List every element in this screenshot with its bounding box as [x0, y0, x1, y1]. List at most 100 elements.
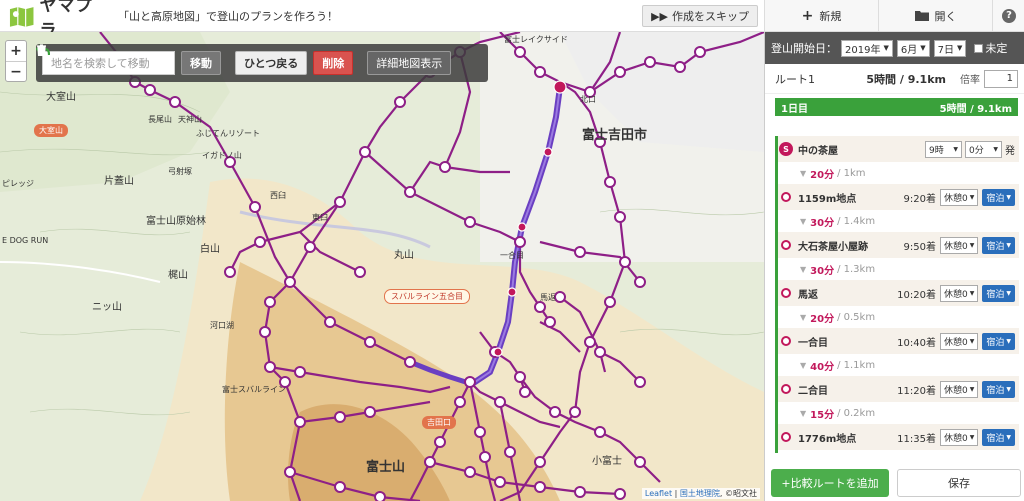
help-button[interactable]: ? [993, 0, 1024, 31]
label-katazumiyama: 片蓋山 [104, 176, 134, 187]
label-kitaguchi: 北口 [580, 95, 596, 104]
waypoint-marker-icon [781, 336, 791, 346]
waypoint-row[interactable]: 馬返 10:20着 休憩0 ▼ 宿泊 ▼ [778, 280, 1019, 306]
header: ヤマプラ 「山と高原地図」で登山のプランを作ろう！ ▶▶ 作成をスキップ [0, 0, 764, 41]
new-button[interactable]: + 新規 [765, 0, 879, 31]
caret-down-icon: ▼ [1006, 241, 1011, 249]
caret-down-icon: ▼ [969, 433, 975, 441]
waypoint-marker-icon [781, 288, 791, 298]
skip-button[interactable]: ▶▶ 作成をスキップ [642, 5, 758, 27]
spot-name: 馬返 [798, 289, 818, 301]
rest-select[interactable]: 休憩0 ▼ [940, 428, 979, 446]
trash-icon [37, 44, 46, 56]
segment-row: ▼ 30分 / 1.4km [778, 210, 1019, 232]
label-nagaoyama: 長尾山 [148, 115, 172, 124]
rest-select[interactable]: 休憩0 ▼ [940, 284, 979, 302]
label-igadonoyama: イガドノ山 [202, 151, 242, 160]
minute-select[interactable]: 0分 ▼ [965, 140, 1002, 158]
gsi-link[interactable]: 国土地理院 [680, 489, 720, 498]
segment-time: 15分 [810, 409, 835, 421]
move-button[interactable]: 移動 [181, 51, 221, 75]
add-compare-route-button[interactable]: +比較ルートを追加 [771, 469, 889, 497]
label-higashiusu: 東臼 [312, 213, 328, 222]
segment-row: ▼ 20分 / 0.5km [778, 306, 1019, 328]
detail-map-button[interactable]: 詳細地図表示 [367, 51, 452, 75]
caret-down-icon: ▼ [1006, 193, 1011, 201]
caret-down-icon: ▼ [1006, 385, 1011, 393]
route-name: ルート1 [775, 72, 815, 86]
stay-label: 宿泊 [986, 241, 1005, 252]
waypoint-row[interactable]: 1159m地点 9:20着 休憩0 ▼ 宿泊 ▼ [778, 184, 1019, 210]
stay-button[interactable]: 宿泊 ▼ [982, 284, 1015, 302]
stay-button[interactable]: 宿泊 ▼ [982, 428, 1015, 446]
rest-value: 休憩0 [944, 193, 968, 204]
stay-label: 宿泊 [986, 337, 1005, 348]
day-select[interactable]: 7日 ▼ [933, 39, 967, 57]
stay-button[interactable]: 宿泊 ▼ [982, 332, 1015, 350]
depart-label: 発 [1005, 145, 1015, 157]
delete-button[interactable]: 削除 [37, 44, 354, 75]
arrival-time: 9:20着 [903, 193, 936, 205]
stay-label: 宿泊 [986, 193, 1005, 204]
start-date-label: 登山開始日： [771, 42, 837, 55]
triangle-down-icon: ▼ [800, 216, 807, 226]
fast-forward-icon: ▶▶ [651, 9, 668, 23]
rest-select[interactable]: 休憩0 ▼ [940, 332, 979, 350]
caret-down-icon: ▼ [1006, 289, 1011, 297]
segment-row: ▼ 30分 / 1.3km [778, 258, 1019, 280]
month-select[interactable]: 6月 ▼ [896, 39, 930, 57]
rest-select[interactable]: 休憩0 ▼ [940, 236, 979, 254]
new-label: 新規 [819, 9, 842, 23]
label-ohmuro-tag: 大室山 [34, 124, 68, 137]
label-fujisan: 富士山 [366, 460, 406, 475]
segment-distance: / 0.2km [837, 407, 876, 419]
stay-label: 宿泊 [986, 385, 1005, 396]
stay-button[interactable]: 宿泊 ▼ [982, 236, 1015, 254]
rest-value: 休憩0 [944, 241, 968, 252]
skip-label: 作成をスキップ [672, 10, 749, 23]
open-button[interactable]: 開く [879, 0, 993, 31]
triangle-down-icon: ▼ [800, 312, 807, 322]
label-kofuji: 小富士 [592, 456, 622, 467]
waypoint-marker-icon [781, 240, 791, 250]
hour-value: 9時 [929, 145, 944, 156]
zoom-in-button[interactable]: + [6, 41, 26, 61]
waypoint-row[interactable]: 二合目 11:20着 休憩0 ▼ 宿泊 ▼ [778, 376, 1019, 402]
stay-label: 宿泊 [986, 433, 1005, 444]
waypoint-row[interactable]: 1776m地点 11:35着 休憩0 ▼ 宿泊 ▼ [778, 424, 1019, 450]
save-button[interactable]: 保存 [897, 469, 1021, 497]
rest-select[interactable]: 休憩0 ▼ [940, 380, 979, 398]
hour-select[interactable]: 9時 ▼ [925, 140, 962, 158]
start-spot[interactable]: S 中の茶屋 9時 ▼ 0分 ▼ 発 [778, 136, 1019, 162]
stay-button[interactable]: 宿泊 ▼ [982, 188, 1015, 206]
map-attribution: Leaflet | 国土地理院, ©昭文社 [641, 488, 760, 499]
rest-select[interactable]: 休憩0 ▼ [940, 188, 979, 206]
zoom-out-button[interactable]: − [6, 61, 26, 81]
map-toolbar: 移動 ひとつ戻る 削除 詳細地図表示 [36, 44, 488, 82]
label-nishiusu: 西臼 [270, 191, 286, 200]
label-fujisubaru: 富士スバルライン [222, 385, 286, 394]
start-badge: S [779, 142, 793, 156]
rest-value: 休憩0 [944, 289, 968, 300]
caret-down-icon: ▼ [883, 44, 889, 52]
segment-time: 40分 [810, 361, 835, 373]
waypoint-row[interactable]: 大石茶屋小屋跡 9:50着 休憩0 ▼ 宿泊 ▼ [778, 232, 1019, 258]
map[interactable]: 富士吉田市 富士山 スバルライン五合目 吉田口 小富士 大室山 大室山 長尾山 … [0, 32, 764, 501]
rest-value: 休憩0 [944, 385, 968, 396]
waypoint-row[interactable]: 一合目 10:40着 休憩0 ▼ 宿泊 ▼ [778, 328, 1019, 354]
label-yoshidaguchi: 吉田口 [422, 416, 456, 429]
undecided-checkbox[interactable]: 未定 [974, 40, 1007, 56]
caret-down-icon: ▼ [1006, 337, 1011, 345]
segment-time: 30分 [810, 217, 835, 229]
ratio-input[interactable]: 1 [984, 69, 1018, 88]
leaflet-link[interactable]: Leaflet [645, 489, 672, 498]
year-select[interactable]: 2019年 ▼ [841, 39, 893, 57]
search-input[interactable] [42, 51, 175, 75]
stay-button[interactable]: 宿泊 ▼ [982, 380, 1015, 398]
stay-label: 宿泊 [986, 289, 1005, 300]
undo-button[interactable]: ひとつ戻る [36, 44, 308, 75]
caret-down-icon: ▼ [956, 44, 963, 52]
label-dog-run: E DOG RUN [2, 236, 49, 245]
map-canvas[interactable] [0, 32, 764, 501]
label-ichigome: 一合目 [500, 251, 524, 260]
